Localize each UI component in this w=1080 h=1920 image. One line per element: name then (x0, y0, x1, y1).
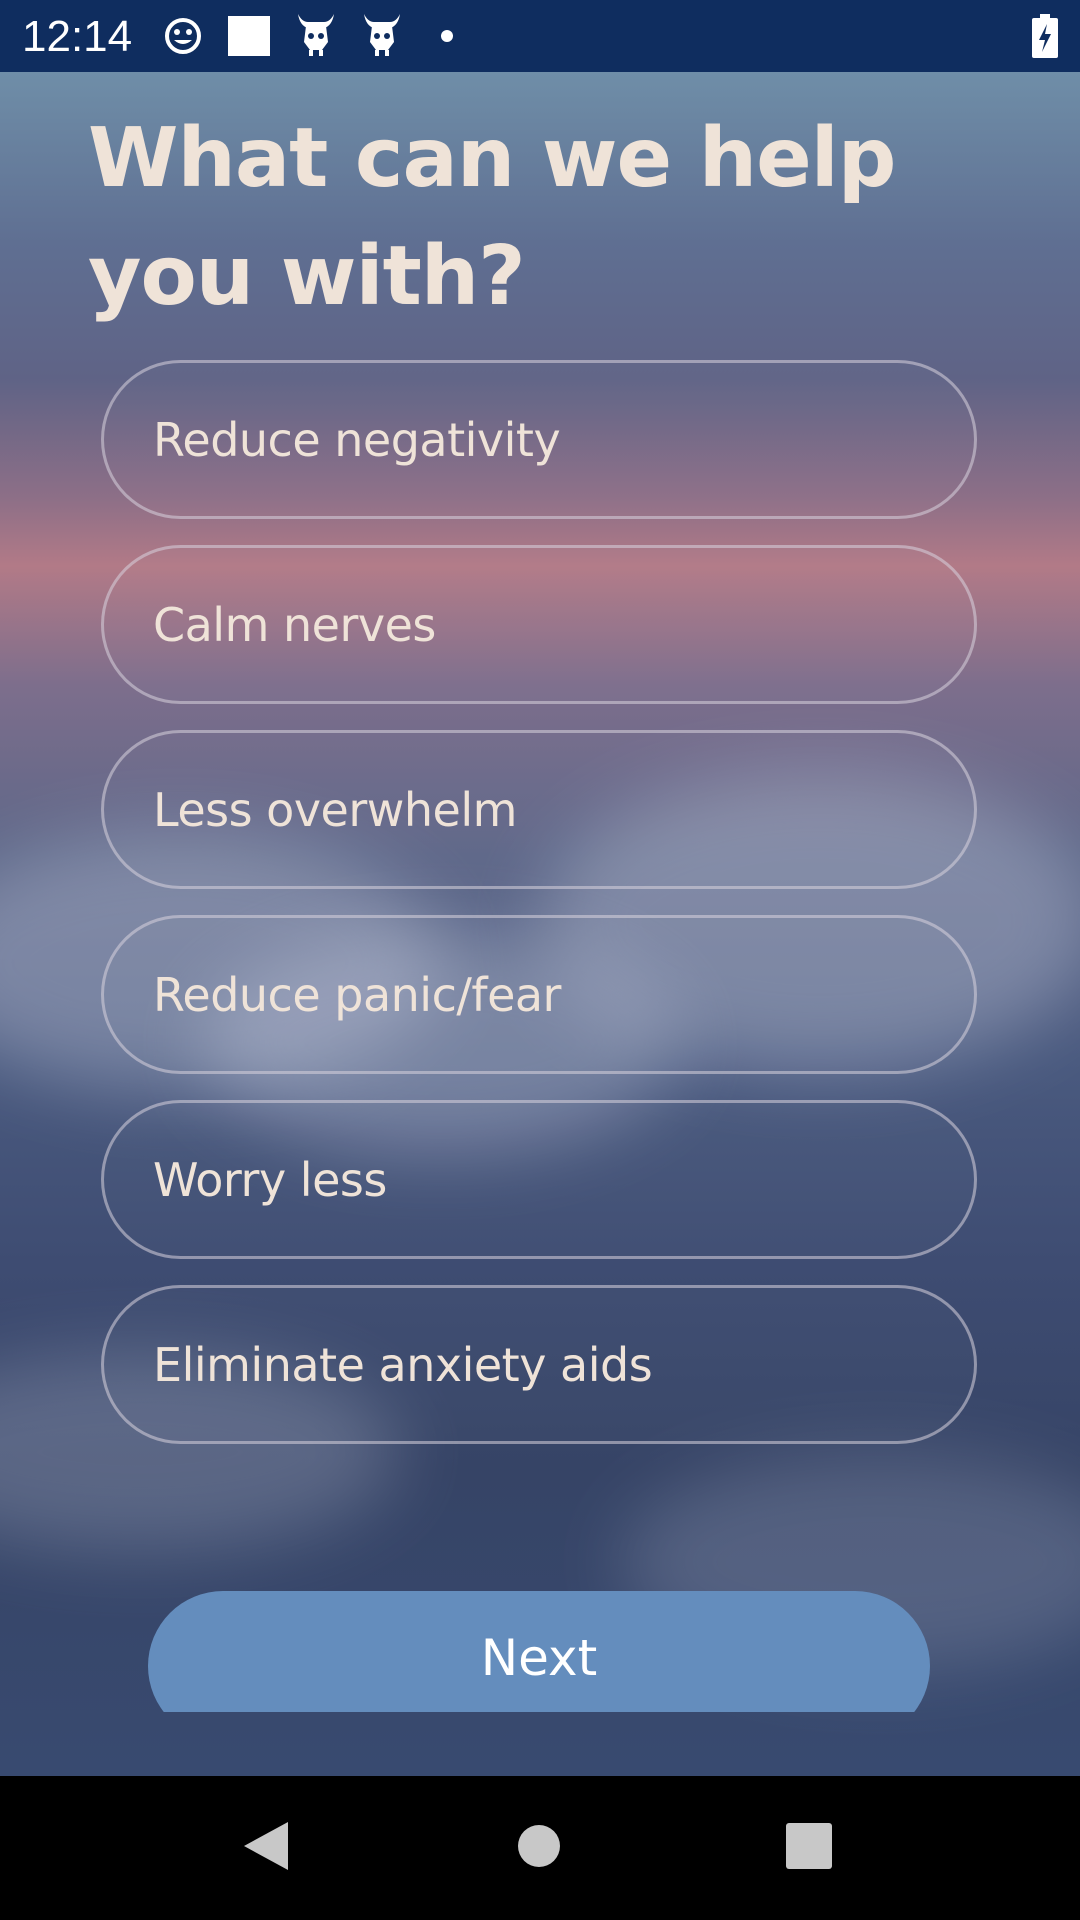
option-label: Less overwhelm (153, 782, 517, 837)
option-reduce-panic-fear[interactable]: Reduce panic/fear (101, 915, 977, 1074)
home-circle-icon (517, 1824, 561, 1872)
battery-charging-icon (1032, 14, 1058, 62)
option-label: Reduce panic/fear (153, 967, 561, 1022)
option-less-overwhelm[interactable]: Less overwhelm (101, 730, 977, 889)
recents-button[interactable] (729, 1776, 889, 1920)
home-button[interactable] (459, 1776, 619, 1920)
option-eliminate-anxiety-aids[interactable]: Eliminate anxiety aids (101, 1285, 977, 1444)
back-triangle-icon (242, 1820, 290, 1876)
next-button-label: Next (480, 1629, 598, 1687)
next-button-container: Next (148, 1591, 930, 1712)
option-calm-nerves[interactable]: Calm nerves (101, 545, 977, 704)
option-label: Eliminate anxiety aids (153, 1337, 653, 1392)
next-button[interactable]: Next (148, 1591, 930, 1712)
options-list: Reduce negativity Calm nerves Less overw… (101, 360, 977, 1470)
white-square-icon (228, 16, 270, 60)
demon-icon (294, 12, 338, 62)
page-title: What can we help you with? (88, 111, 896, 324)
demon-icon (360, 12, 404, 62)
option-label: Reduce negativity (153, 412, 561, 467)
screen: 12:14 What can we help you with? Reduce … (0, 0, 1080, 1920)
option-label: Calm nerves (153, 597, 436, 652)
option-label: Worry less (153, 1152, 387, 1207)
option-worry-less[interactable]: Worry less (101, 1100, 977, 1259)
option-reduce-negativity[interactable]: Reduce negativity (101, 360, 977, 519)
recents-square-icon (786, 1823, 832, 1873)
back-button[interactable] (186, 1776, 346, 1920)
dot-icon (440, 28, 454, 47)
status-time: 12:14 (22, 12, 133, 61)
emoji-notification-icon (163, 14, 203, 62)
navigation-bar (0, 1776, 1080, 1920)
status-bar: 12:14 (0, 0, 1080, 72)
